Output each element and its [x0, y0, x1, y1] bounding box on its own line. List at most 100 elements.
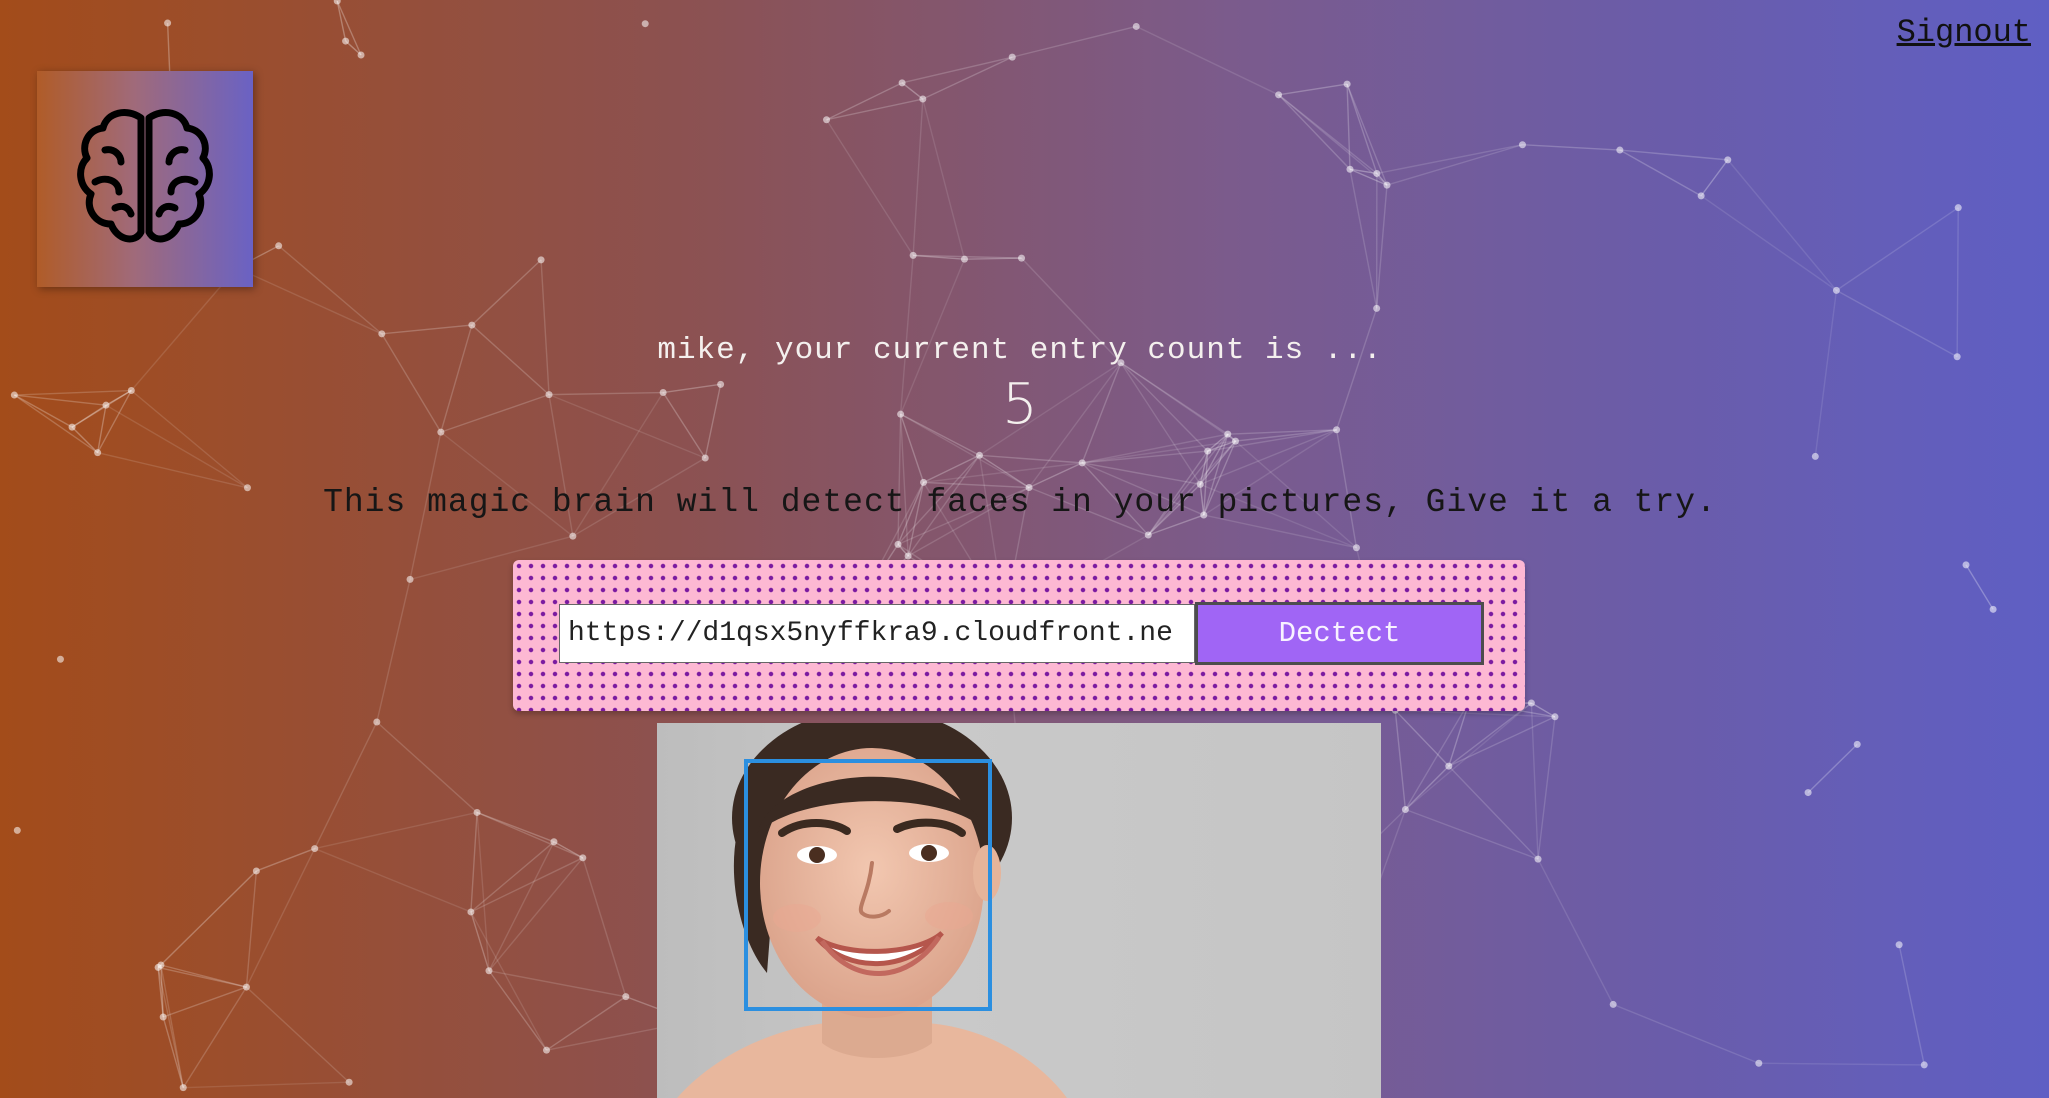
particle-link: [1619, 149, 1702, 197]
particle-link: [582, 857, 627, 997]
particle-link: [1386, 144, 1523, 186]
particle-link: [1700, 195, 1837, 291]
particle-dot: [468, 321, 476, 329]
particle-dot: [164, 19, 172, 27]
particle-link: [922, 56, 1013, 100]
particle-dot: [13, 826, 21, 834]
particle-link: [1376, 144, 1523, 175]
particle-link: [314, 721, 378, 849]
particle-link: [183, 1081, 350, 1089]
particle-link: [1394, 709, 1450, 767]
particle-link: [913, 254, 1022, 259]
particle-link: [376, 579, 411, 723]
particle-link: [1346, 83, 1388, 186]
particle-link: [922, 98, 966, 260]
particle-link: [236, 267, 383, 335]
particle-link: [923, 454, 980, 483]
particle-dot: [898, 79, 906, 87]
particle-dot: [1697, 192, 1705, 200]
particle-link: [826, 82, 903, 121]
particle-dot: [904, 552, 912, 560]
particle-link: [1404, 701, 1470, 810]
particle-link: [314, 811, 478, 850]
particle-link: [1278, 83, 1348, 96]
particle-link: [1375, 185, 1388, 309]
particle-link: [1404, 765, 1450, 810]
particle-link: [488, 970, 626, 998]
particle-dot: [159, 1013, 167, 1021]
particle-link: [1522, 144, 1620, 151]
particle-dot: [1132, 22, 1140, 30]
particle-link: [470, 911, 548, 1051]
particle-link: [470, 911, 490, 971]
particle-link: [1448, 765, 1539, 860]
particle-link: [912, 98, 924, 256]
particle-dot: [473, 808, 481, 816]
particle-link: [245, 986, 350, 1083]
particle-link: [1531, 702, 1556, 718]
signout-link[interactable]: Signout: [1897, 14, 2031, 51]
particle-dot: [1962, 561, 1970, 569]
particle-link: [256, 847, 315, 872]
particle-link: [1619, 149, 1728, 161]
particle-dot: [579, 854, 587, 862]
particle-link: [1278, 94, 1388, 186]
image-link-form: Dectect: [513, 560, 1525, 711]
particle-link: [1394, 710, 1407, 810]
particle-dot: [1920, 1061, 1928, 1069]
particle-link: [1082, 433, 1228, 464]
particle-dot: [1518, 141, 1526, 149]
particle-dot: [960, 255, 968, 263]
particle-dot: [333, 0, 341, 5]
particle-link: [345, 40, 362, 56]
particle-dot: [975, 451, 983, 459]
particle-dot: [1275, 91, 1283, 99]
detect-button[interactable]: Dectect: [1195, 602, 1484, 665]
particle-link: [546, 996, 627, 1051]
particle-dot: [56, 655, 64, 663]
particle-link: [476, 812, 490, 971]
particle-link: [1135, 25, 1279, 96]
particle-dot: [1018, 254, 1026, 262]
particle-link: [97, 451, 248, 489]
particle-dot: [1616, 146, 1624, 154]
particle-dot: [1724, 156, 1732, 164]
particle-link: [1012, 25, 1137, 58]
particle-link: [1727, 159, 1837, 291]
particle-link: [157, 870, 257, 968]
particle-dot: [154, 963, 162, 971]
particle-link: [979, 454, 1030, 489]
particle-link: [1537, 716, 1556, 860]
particle-dot: [550, 838, 558, 846]
particle-link: [1349, 168, 1377, 175]
particle-dot: [1609, 1000, 1617, 1008]
particle-dot: [1811, 452, 1819, 460]
image-url-input[interactable]: [559, 604, 1195, 663]
particle-dot: [179, 1084, 187, 1092]
particle-dot: [1895, 941, 1903, 949]
particle-dot: [537, 256, 545, 264]
particle-link: [553, 841, 584, 859]
particle-link: [476, 811, 555, 843]
particle-link: [979, 454, 1083, 464]
particle-link: [162, 986, 247, 1018]
particle-link: [157, 967, 184, 1088]
particle-dot: [1804, 789, 1812, 797]
particle-dot: [1008, 53, 1016, 61]
particle-link: [825, 119, 914, 256]
particle-dot: [543, 1046, 551, 1054]
particle-dot: [1534, 855, 1542, 863]
particle-dot: [1853, 740, 1861, 748]
particle-link: [1349, 168, 1388, 186]
particle-dot: [406, 575, 414, 583]
particle-link: [470, 841, 555, 913]
particle-link: [470, 812, 478, 912]
particle-link: [1199, 440, 1237, 485]
particle-dot: [1373, 304, 1381, 312]
intro-text: This magic brain will detect faces in yo…: [323, 484, 1717, 521]
particle-dot: [1352, 544, 1360, 552]
particle-link: [1082, 450, 1208, 464]
particle-link: [1807, 743, 1858, 794]
particle-dot: [1954, 204, 1962, 212]
particle-link: [166, 23, 171, 76]
